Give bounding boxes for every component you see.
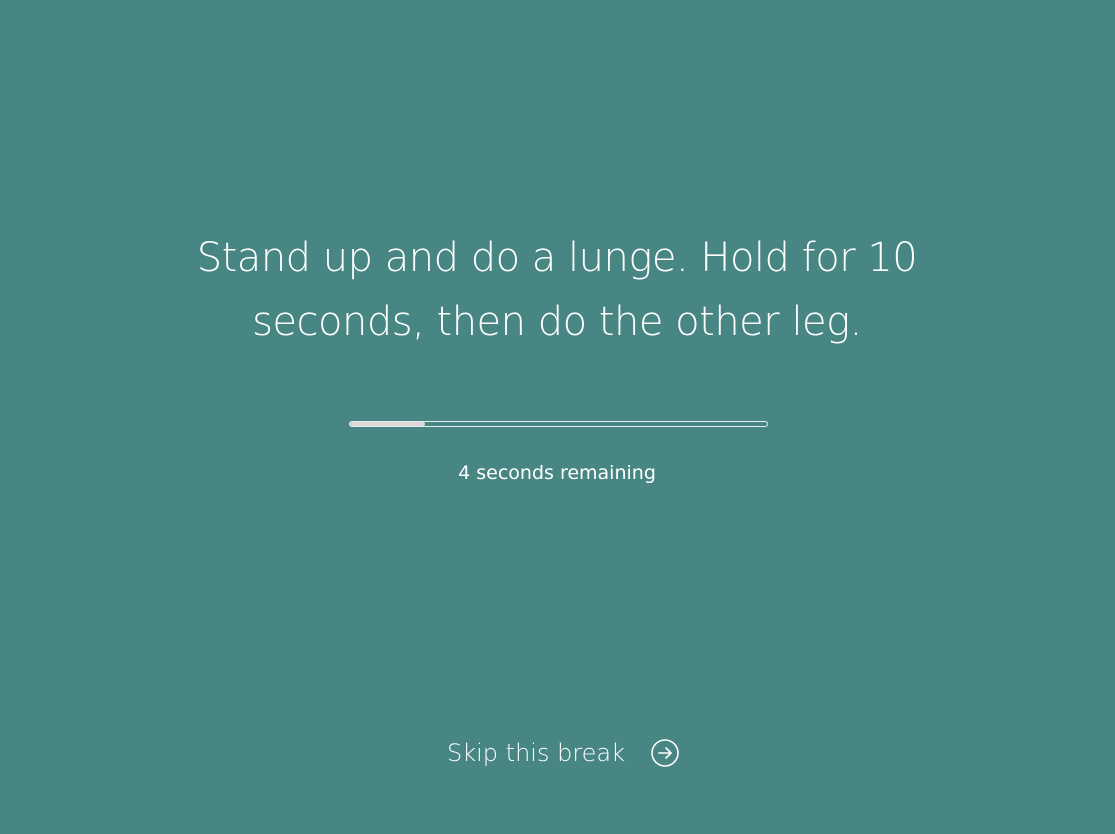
time-remaining-text: 4 seconds remaining	[458, 462, 656, 484]
skip-break-button[interactable]: Skip this break	[437, 735, 680, 771]
break-progress-bar	[349, 421, 768, 427]
arrow-right-circle-icon	[650, 738, 680, 768]
skip-break-label: Skip this break	[447, 739, 626, 767]
break-screen: Stand up and do a lunge. Hold for 10 sec…	[0, 0, 1115, 834]
break-progress-fill	[350, 422, 426, 426]
break-message: Stand up and do a lunge. Hold for 10 sec…	[196, 235, 918, 345]
